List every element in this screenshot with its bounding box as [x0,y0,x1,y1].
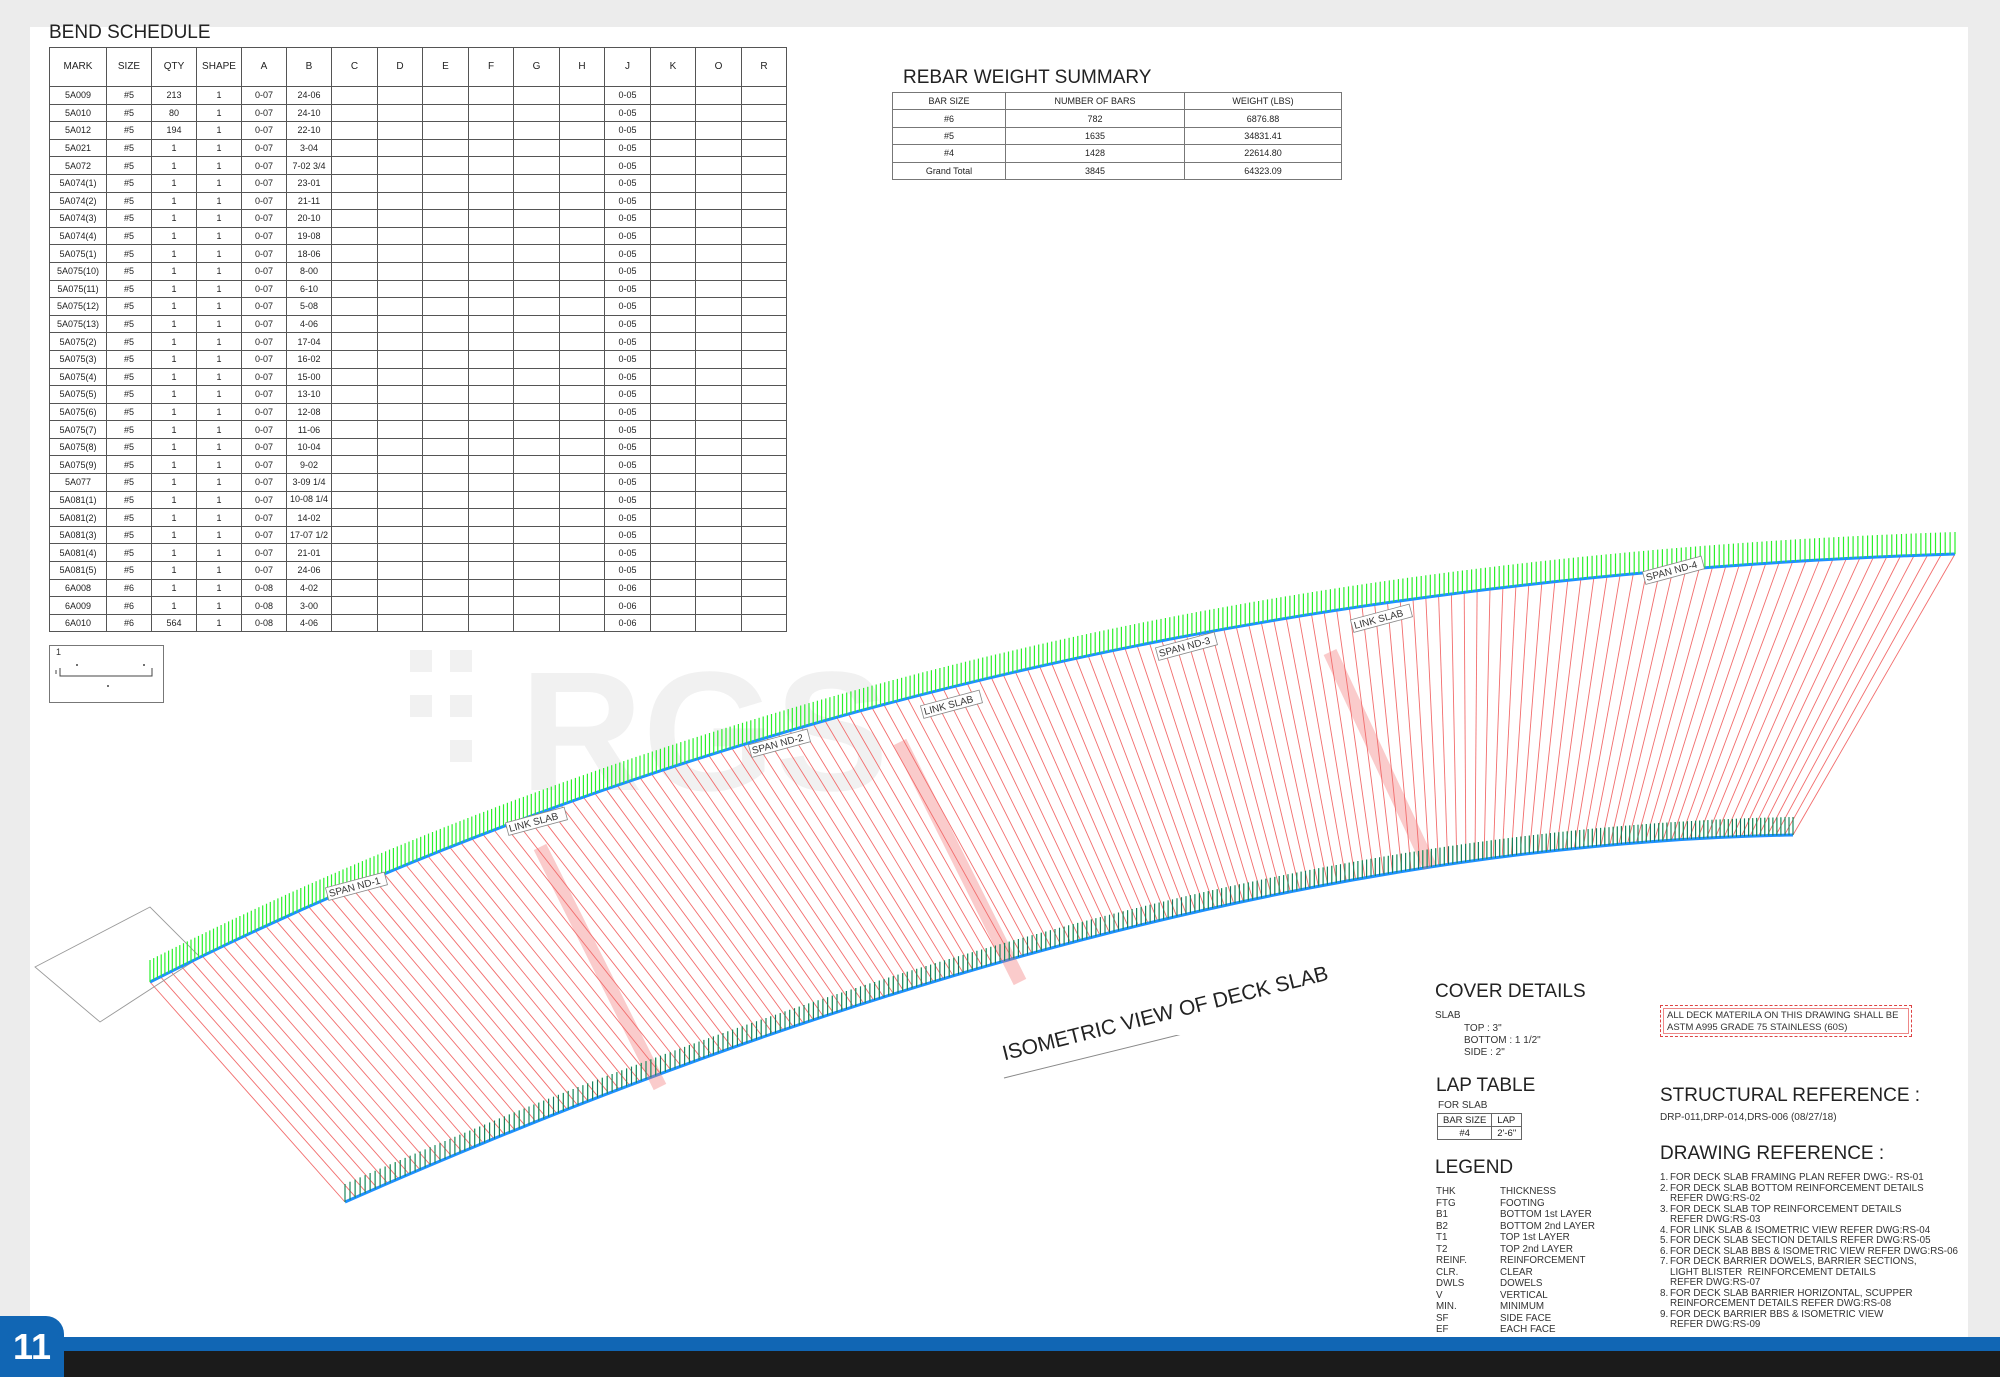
legend-meaning: VERTICAL [1500,1289,1548,1301]
reference-text: REFER DWG:RS-07 [1670,1277,1761,1288]
legend-item: B1 BOTTOM 1st LAYER [1436,1209,1595,1221]
legend-abbr: T2 [1436,1243,1448,1255]
svg-text:LINK SLAB: LINK SLAB [1353,608,1405,632]
legend-item: B2 BOTTOM 2nd LAYER [1436,1221,1595,1233]
drawing-reference-list: 1. FOR DECK SLAB FRAMING PLAN REFER DWG:-… [1660,1172,1958,1331]
cover-details-title: COVER DETAILS [1435,981,1586,1002]
legend-item: MIN. MINIMUM [1436,1301,1595,1313]
reference-text: FOR DECK SLAB BBS & ISOMETRIC VIEW REFER… [1670,1245,1958,1257]
legend-title: LEGEND [1435,1157,1514,1178]
legend-meaning: FOOTING [1500,1197,1545,1209]
legend-meaning: SIDE FACE [1500,1312,1552,1324]
reference-number: 8. [1660,1287,1669,1299]
span-label: SPAN ND-4 [1641,555,1705,585]
legend-abbr: DWLS [1436,1278,1465,1289]
legend-meaning: THICKNESS [1500,1186,1557,1197]
svg-text:LINK SLAB: LINK SLAB [923,694,975,718]
legend-meaning: TOP 2nd LAYER [1500,1243,1573,1255]
legend-item: REINF. REINFORCEMENT [1436,1255,1595,1267]
legend-abbr: V [1436,1289,1443,1301]
reference-number: 9. [1660,1308,1669,1320]
cover-details-subtitle: SLAB [1435,1010,1461,1021]
legend-abbr: REINF. [1436,1255,1468,1266]
reference-text: REINFORCEMENT DETAILS REFER DWG:RS-08 [1670,1298,1892,1309]
legend-abbr: B2 [1436,1220,1448,1232]
legend-item: EF EACH FACE [1436,1324,1595,1336]
legend-abbr: FTG [1436,1197,1456,1209]
span-label: LINK SLAB [1349,603,1413,633]
lap-bar-size: #4 [1436,1126,1493,1140]
material-note: ALL DECK MATERILA ON THIS DRAWING SHALL … [1660,1005,1912,1037]
legend-item: T1 TOP 1st LAYER [1436,1232,1595,1244]
reference-text: REFER DWG:RS-02 [1670,1193,1761,1204]
legend-abbr: EF [1436,1324,1449,1335]
drawing-reference-title: DRAWING REFERENCE : [1660,1143,1885,1164]
reference-text: FOR DECK SLAB FRAMING PLAN REFER DWG:- R… [1670,1172,1924,1183]
cover-side: SIDE : 2" [1464,1047,1505,1058]
legend-item: V VERTICAL [1436,1290,1595,1302]
legend-meaning: REINFORCEMENT [1500,1255,1586,1266]
structural-reference-title: STRUCTURAL REFERENCE : [1660,1085,1921,1106]
reference-text: FOR DECK SLAB BARRIER HORIZONTAL, SCUPPE… [1670,1287,1913,1299]
page-number: 11 [0,1316,64,1377]
lap-table-title: LAP TABLE [1436,1075,1536,1096]
legend-meaning: CLEAR [1500,1266,1533,1278]
lap-table: BAR SIZE LAP #4 2'-6" [1436,1113,1523,1140]
material-note-line1: ALL DECK MATERILA ON THIS DRAWING SHALL … [1667,1010,1899,1021]
reference-number: 7. [1660,1256,1669,1267]
reference-text: REFER DWG:RS-09 [1670,1319,1761,1330]
legend-meaning: MINIMUM [1500,1301,1545,1312]
lap-header-bar-size: BAR SIZE [1436,1113,1493,1127]
structural-reference-text: DRP-011,DRP-014,DRS-006 (08/27/18) [1660,1112,1837,1123]
legend-meaning: EACH FACE [1500,1324,1556,1335]
legend-abbr: THK [1436,1186,1456,1197]
lap-table-subtitle: FOR SLAB [1438,1100,1488,1111]
title-underline [1003,1035,1181,1079]
footer-accent-strip [0,1337,2000,1351]
legend-abbr: SF [1436,1312,1449,1324]
cover-bottom: BOTTOM : 1 1/2" [1464,1035,1541,1046]
legend-item: CLR. CLEAR [1436,1267,1595,1279]
material-note-line2: ASTM A995 GRADE 75 STAINLESS (60S) [1667,1022,1848,1033]
reference-item: REFER DWG:RS-09 [1660,1319,1958,1331]
cover-top: TOP : 3" [1464,1023,1502,1034]
legend-list: THK THICKNESS FTG FOOTING B1 BOTTOM 1st LAYER… [1436,1186,1595,1336]
reference-text: FOR LINK SLAB & ISOMETRIC VIEW REFER DWG… [1670,1224,1931,1236]
reference-text: FOR DECK BARRIER BBS & ISOMETRIC VIEW [1670,1308,1884,1320]
legend-item: T2 TOP 2nd LAYER [1436,1244,1595,1256]
lap-header-lap: LAP [1491,1113,1523,1127]
span-label: LINK SLAB [504,806,568,836]
reference-text: REFER DWG:RS-03 [1670,1214,1761,1225]
reference-number: 5. [1660,1235,1669,1246]
legend-item: FTG FOOTING [1436,1198,1595,1210]
legend-abbr: MIN. [1436,1301,1457,1312]
span-label: LINK SLAB [919,689,983,719]
legend-abbr: T1 [1436,1232,1448,1243]
reference-text: FOR DECK SLAB SECTION DETAILS REFER DWG:… [1670,1235,1931,1246]
reference-text: FOR DECK SLAB BOTTOM REINFORCEMENT DETAI… [1670,1182,1924,1194]
legend-meaning: BOTTOM 1st LAYER [1500,1209,1592,1220]
legend-item: DWLS DOWELS [1436,1278,1595,1290]
reference-text: LIGHT BLISTER REINFORCEMENT DETAILS [1670,1266,1876,1278]
legend-abbr: B1 [1436,1209,1448,1220]
legend-meaning: DOWELS [1500,1278,1543,1289]
legend-meaning: BOTTOM 2nd LAYER [1500,1220,1595,1232]
reference-text: FOR DECK SLAB TOP REINFORCEMENT DETAILS [1670,1203,1902,1215]
legend-meaning: TOP 1st LAYER [1500,1232,1570,1243]
lap-value: 2'-6" [1491,1126,1523,1140]
reference-text: FOR DECK BARRIER DOWELS, BARRIER SECTION… [1670,1256,1917,1267]
reference-number: 2. [1660,1182,1669,1194]
reference-number: 3. [1660,1203,1669,1215]
legend-item: THK THICKNESS [1436,1186,1595,1198]
legend-abbr: CLR. [1436,1266,1459,1278]
reference-number: 1. [1660,1172,1669,1183]
legend-item: SF SIDE FACE [1436,1313,1595,1325]
